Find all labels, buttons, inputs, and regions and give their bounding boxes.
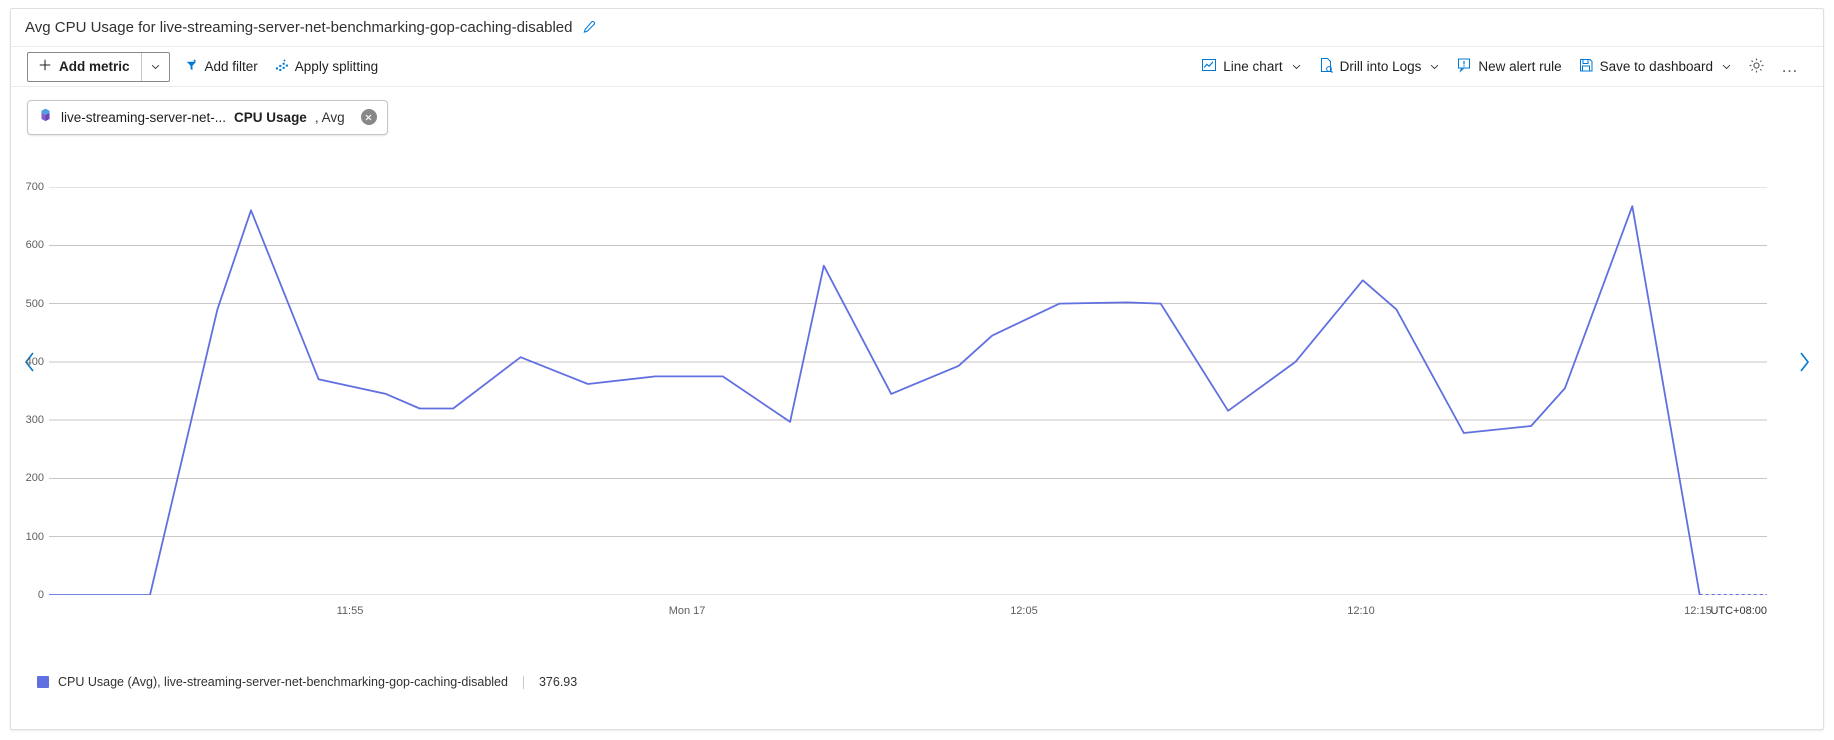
filter-icon — [184, 58, 199, 76]
save-to-dashboard-label: Save to dashboard — [1599, 59, 1713, 74]
apply-splitting-label: Apply splitting — [294, 59, 379, 74]
metric-chip-row: live-streaming-server-net-... CPU Usage … — [11, 88, 1823, 146]
chart-area: 0 100 200 300 400 500 600 700 11:55 Mon 17 12:05 1… — [11, 159, 1823, 659]
add-metric-button[interactable]: Add metric — [27, 51, 170, 82]
x-axis-tick-label: 12:05 — [1010, 605, 1038, 617]
add-metric-main[interactable]: Add metric — [28, 53, 141, 81]
line-chart-icon — [1201, 57, 1217, 76]
x-axis-tick-label: Mon 17 — [668, 605, 706, 617]
y-axis-tick-label: 600 — [25, 239, 44, 252]
legend-series-value: 376.93 — [538, 675, 578, 689]
vm-resource-icon — [38, 107, 53, 128]
toolbar-left-group: Add metric Add filter Apply splitting — [11, 51, 386, 82]
x-axis-tick-label: 11:55 — [336, 605, 364, 617]
y-axis-tick-label: 100 — [25, 530, 44, 543]
ellipsis-icon: … — [1781, 56, 1799, 76]
drill-into-logs-button[interactable]: Drill into Logs — [1310, 52, 1449, 82]
y-axis-tick-label: 400 — [25, 355, 44, 368]
metric-chip-metric: CPU Usage — [234, 109, 307, 125]
plot-region: 0 100 200 300 400 500 600 700 11:55 Mon 17 12:05 1… — [26, 181, 1767, 617]
timezone-label: UTC+08:00 — [1710, 605, 1767, 617]
chevron-down-icon[interactable] — [1291, 61, 1302, 72]
metric-chip-resource: live-streaming-server-net-... — [61, 109, 227, 125]
chart-panel: Avg CPU Usage for live-streaming-server-… — [10, 8, 1824, 730]
more-options-button[interactable]: … — [1773, 52, 1807, 82]
chart-title-row: Avg CPU Usage for live-streaming-server-… — [11, 9, 1823, 47]
chart-type-button[interactable]: Line chart — [1193, 52, 1309, 82]
plus-icon — [38, 58, 52, 75]
add-filter-label: Add filter — [204, 59, 258, 74]
new-alert-rule-label: New alert rule — [1478, 59, 1562, 74]
y-axis-tick-label: 300 — [25, 414, 44, 427]
x-axis-tick-label: 12:10 — [1347, 605, 1375, 617]
legend-color-swatch — [37, 676, 49, 688]
alert-icon — [1456, 57, 1472, 76]
chevron-down-icon[interactable] — [1429, 61, 1440, 72]
splitting-icon — [274, 58, 289, 76]
drill-into-logs-label: Drill into Logs — [1339, 59, 1422, 74]
save-icon — [1578, 57, 1594, 76]
x-axis-tick-label: 12:15 — [1684, 605, 1712, 617]
page-title: Avg CPU Usage for live-streaming-server-… — [25, 19, 573, 36]
legend-series-label: CPU Usage (Avg), live-streaming-server-n… — [58, 675, 508, 689]
close-icon[interactable] — [360, 109, 377, 125]
settings-button[interactable] — [1740, 52, 1773, 82]
apply-splitting-button[interactable]: Apply splitting — [266, 52, 386, 82]
chevron-down-icon[interactable] — [1721, 61, 1732, 72]
y-axis-tick-label: 200 — [25, 472, 44, 485]
new-alert-rule-button[interactable]: New alert rule — [1448, 52, 1569, 82]
add-metric-label: Add metric — [59, 59, 130, 74]
chevron-right-icon[interactable] — [1791, 345, 1817, 379]
save-to-dashboard-button[interactable]: Save to dashboard — [1570, 52, 1740, 82]
y-axis-tick-label: 500 — [25, 297, 44, 310]
metric-chip[interactable]: live-streaming-server-net-... CPU Usage … — [27, 99, 388, 135]
metric-chip-aggregation: , Avg — [314, 109, 345, 125]
chart-legend: CPU Usage (Avg), live-streaming-server-n… — [37, 675, 577, 689]
add-filter-button[interactable]: Add filter — [176, 52, 266, 82]
y-axis-tick-label: 700 — [25, 181, 44, 193]
y-axis-tick-label: 0 — [37, 589, 44, 601]
legend-divider — [522, 675, 524, 689]
chart-type-label: Line chart — [1223, 59, 1283, 74]
pencil-icon[interactable] — [581, 20, 596, 35]
add-metric-dropdown-button[interactable] — [140, 52, 169, 81]
chevron-down-icon — [151, 64, 159, 70]
logs-icon — [1318, 57, 1334, 76]
toolbar-right-group: Line chart Drill into Logs New alert rul… — [1193, 52, 1823, 82]
metrics-chart-page: Avg CPU Usage for live-streaming-server-… — [0, 0, 1834, 740]
line-chart-svg[interactable] — [48, 186, 1767, 601]
chart-toolbar: Add metric Add filter Apply splitting Li… — [11, 47, 1823, 87]
gear-icon — [1748, 57, 1765, 77]
